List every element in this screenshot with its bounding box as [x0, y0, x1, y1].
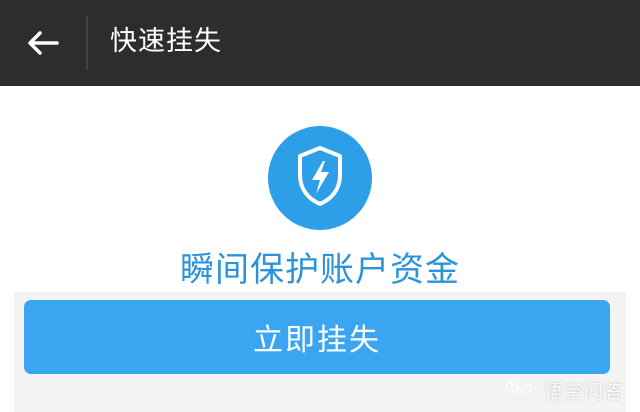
main-content: 瞬间保护账户资金 立即挂失 悟空问答 [0, 86, 640, 412]
back-button[interactable] [18, 20, 68, 66]
watermark-text: 悟空问答 [543, 381, 624, 403]
protection-headline: 瞬间保护账户资金 [180, 250, 460, 290]
header-divider [86, 16, 88, 70]
report-loss-button-label: 立即挂失 [253, 323, 381, 358]
arrow-left-icon [26, 29, 60, 57]
page-title: 快速挂失 [110, 26, 222, 57]
shield-lightning-icon [291, 144, 349, 212]
swirl-logo-icon [504, 379, 538, 403]
report-loss-button[interactable]: 立即挂失 [24, 300, 610, 374]
shield-badge [268, 126, 372, 230]
app-screen: 快速挂失 瞬间保护账户资金 立即挂失 悟空问答 [0, 0, 640, 412]
watermark: 悟空问答 [504, 377, 624, 404]
top-bar: 快速挂失 [0, 0, 640, 86]
